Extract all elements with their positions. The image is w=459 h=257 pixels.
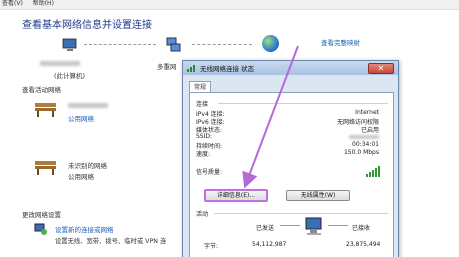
annotation-arrow-icon xyxy=(242,45,299,189)
